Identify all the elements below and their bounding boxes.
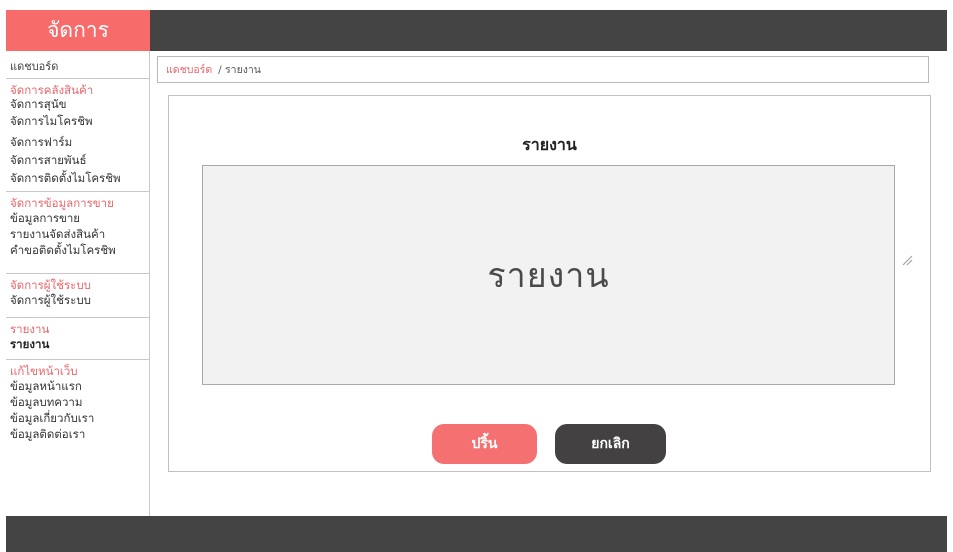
resize-grip-icon[interactable] <box>901 254 913 266</box>
sidebar-item-dashboard[interactable]: แดชบอร์ด <box>6 51 149 79</box>
sidebar: แดชบอร์ด จัดการคลังสินค้า จัดการสุนัข จั… <box>6 51 150 516</box>
sidebar-item-users[interactable]: จัดการผู้ใช้ระบบ <box>10 292 149 308</box>
report-textarea[interactable]: รายงาน <box>202 165 895 385</box>
breadcrumb: แดชบอร์ด / รายงาน <box>157 56 929 83</box>
sidebar-item-microchips[interactable]: จัดการไมโครชิพ <box>10 111 149 131</box>
sidebar-group-website: แก้ไขหน้าเว็บ ข้อมูลหน้าแรก ข้อมูลบทความ… <box>6 360 149 448</box>
sidebar-item-dogs[interactable]: จัดการสุนัข <box>10 97 149 111</box>
breadcrumb-home-link[interactable]: แดชบอร์ด <box>166 61 212 78</box>
sidebar-item-install-requests[interactable]: คำขอติดตั้งไมโครชิพ <box>10 242 149 258</box>
breadcrumb-current: / รายงาน <box>218 64 261 76</box>
sidebar-group-title[interactable]: จัดการผู้ใช้ระบบ <box>10 278 149 292</box>
sidebar-group-title[interactable]: จัดการคลังสินค้า <box>10 83 149 97</box>
sidebar-group-title[interactable]: แก้ไขหน้าเว็บ <box>10 364 149 378</box>
sidebar-group-title[interactable]: รายงาน <box>10 322 149 336</box>
sidebar-group-users: จัดการผู้ใช้ระบบ จัดการผู้ใช้ระบบ <box>6 274 149 318</box>
report-area-text: รายงาน <box>487 256 610 296</box>
sidebar-item-farms[interactable]: จัดการฟาร์ม <box>10 131 149 153</box>
sidebar-item-reports[interactable]: รายงาน <box>10 336 149 352</box>
sidebar-item-home-info[interactable]: ข้อมูลหน้าแรก <box>10 378 149 394</box>
sidebar-group-sales: จัดการข้อมูลการขาย ข้อมูลการขาย รายงานจั… <box>6 192 149 274</box>
sidebar-item-contact[interactable]: ข้อมูลติดต่อเรา <box>10 426 149 442</box>
sidebar-item-shipping-report[interactable]: รายงานจัดส่งสินค้า <box>10 226 149 242</box>
sidebar-item-about[interactable]: ข้อมูลเกี่ยวกับเรา <box>10 410 149 426</box>
print-button[interactable]: ปริ้น <box>432 424 537 464</box>
footer-bar <box>6 516 947 552</box>
sidebar-item-articles[interactable]: ข้อมูลบทความ <box>10 394 149 410</box>
app-title: จัดการ <box>6 10 150 51</box>
sidebar-group-inventory: จัดการคลังสินค้า จัดการสุนัข จัดการไมโคร… <box>6 79 149 192</box>
sidebar-group-title[interactable]: จัดการข้อมูลการขาย <box>10 196 149 210</box>
sidebar-item-breeds[interactable]: จัดการสายพันธ์ <box>10 153 149 167</box>
sidebar-item-chip-install[interactable]: จัดการติดตั้งไมโครชิพ <box>10 167 149 189</box>
sidebar-item-sales-data[interactable]: ข้อมูลการขาย <box>10 210 149 226</box>
sidebar-group-reports: รายงาน รายงาน <box>6 318 149 360</box>
page-title: รายงาน <box>522 135 577 154</box>
cancel-button[interactable]: ยกเลิก <box>555 424 666 464</box>
